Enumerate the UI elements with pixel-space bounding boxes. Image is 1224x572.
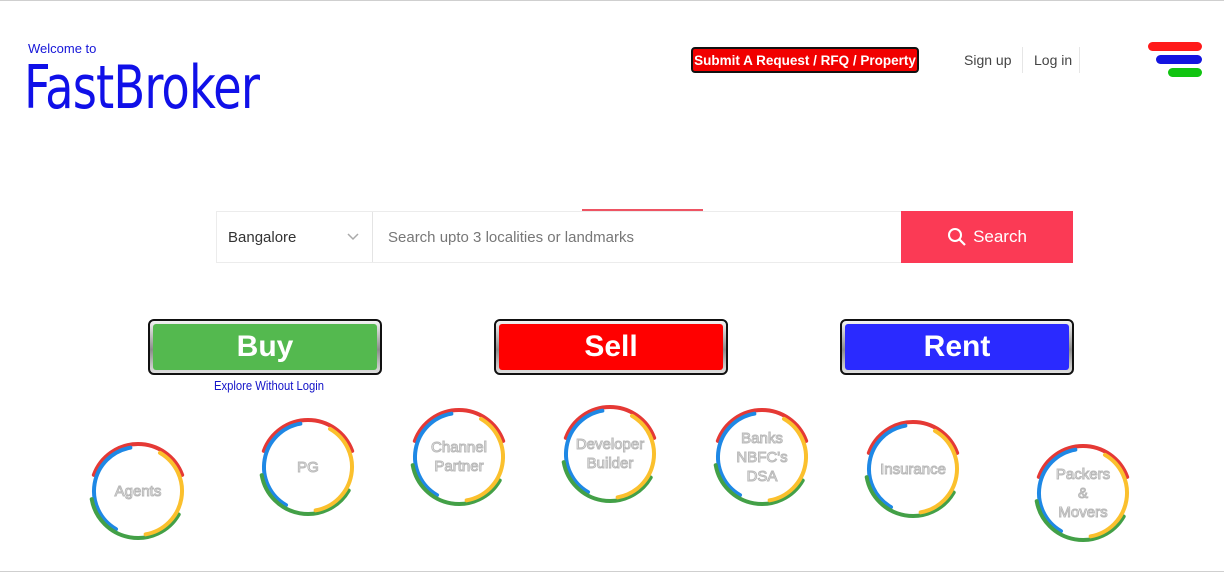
menu-bar-green bbox=[1168, 68, 1202, 77]
category-label: Packers & Movers bbox=[1055, 465, 1111, 521]
category-developer-builder[interactable]: Developer Builder bbox=[558, 402, 662, 506]
category-label: Channel Partner bbox=[431, 439, 488, 476]
chevron-down-icon bbox=[347, 233, 359, 241]
sell-button-label: Sell bbox=[499, 324, 723, 370]
category-insurance[interactable]: Insurance bbox=[861, 417, 965, 521]
category-packers-movers[interactable]: Packers & Movers bbox=[1031, 441, 1135, 545]
buy-button[interactable]: Buy bbox=[148, 319, 382, 375]
nav-divider bbox=[1079, 47, 1080, 73]
category-agents[interactable]: Agents bbox=[86, 439, 190, 543]
category-label: Banks NBFC's DSA bbox=[736, 429, 788, 485]
search-button[interactable]: Search bbox=[901, 211, 1073, 263]
brand-logo[interactable]: FastBroker bbox=[24, 53, 260, 123]
search-icon bbox=[948, 228, 966, 246]
explore-without-login-link[interactable]: Explore Without Login bbox=[214, 379, 324, 393]
login-link[interactable]: Log in bbox=[1034, 52, 1072, 68]
search-button-label: Search bbox=[973, 227, 1027, 246]
rent-button[interactable]: Rent bbox=[840, 319, 1074, 375]
city-select[interactable]: Bangalore bbox=[217, 212, 373, 262]
category-channel-partner[interactable]: Channel Partner bbox=[407, 405, 511, 509]
signup-link[interactable]: Sign up bbox=[964, 52, 1011, 68]
sell-button[interactable]: Sell bbox=[494, 319, 728, 375]
nav-divider bbox=[1022, 47, 1023, 73]
category-banks-nbfc-dsa[interactable]: Banks NBFC's DSA bbox=[710, 405, 814, 509]
search-bar: Bangalore Search bbox=[216, 211, 1073, 263]
submit-request-button[interactable]: Submit A Request / RFQ / Property bbox=[691, 47, 919, 73]
menu-bar-red bbox=[1148, 42, 1202, 51]
category-pg[interactable]: PG bbox=[256, 415, 360, 519]
city-value: Bangalore bbox=[228, 228, 297, 246]
category-label: Insurance bbox=[880, 460, 947, 478]
category-label: Agents bbox=[114, 482, 162, 500]
rent-button-label: Rent bbox=[845, 324, 1069, 370]
menu-icon[interactable] bbox=[1146, 41, 1202, 81]
menu-bar-blue bbox=[1156, 55, 1202, 64]
category-label: Developer Builder bbox=[575, 436, 645, 473]
search-input[interactable] bbox=[374, 212, 901, 262]
buy-button-label: Buy bbox=[153, 324, 377, 370]
category-label: PG bbox=[297, 458, 320, 476]
